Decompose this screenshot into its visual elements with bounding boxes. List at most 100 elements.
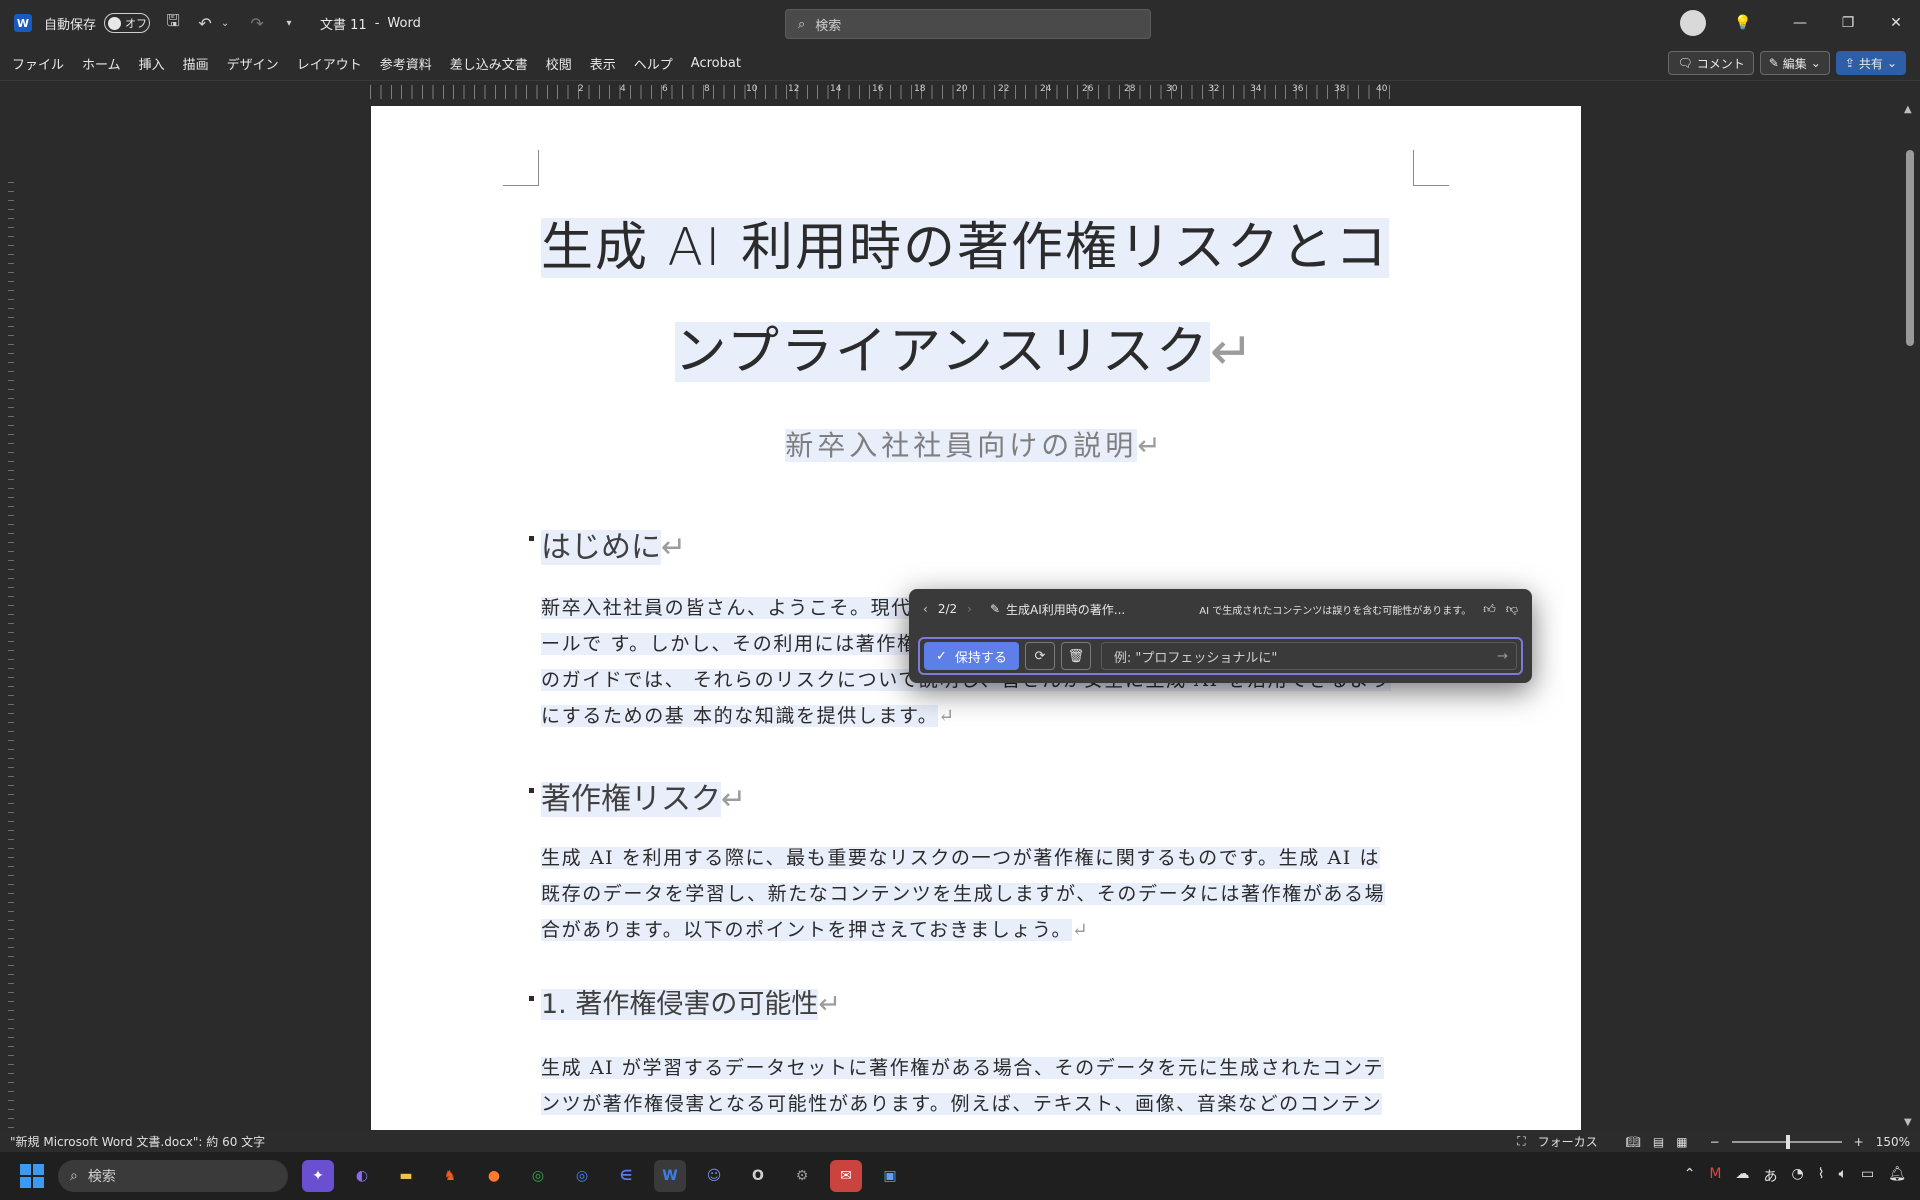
zoom-slider[interactable] [1731, 1134, 1842, 1149]
firefox-icon[interactable]: ● [478, 1160, 510, 1192]
scrollbar-thumb[interactable] [1906, 150, 1914, 346]
copilot-app-icon[interactable]: ✦ [302, 1160, 334, 1192]
redo-icon[interactable]: ↷ [248, 14, 266, 33]
word-taskbar-icon[interactable]: W [654, 1160, 686, 1192]
account-avatar[interactable] [1680, 10, 1706, 36]
ime-indicator[interactable]: あ [1764, 1166, 1778, 1186]
heading-infringement[interactable]: 1. 著作権侵害の可能性↵ [529, 982, 841, 1021]
discard-button[interactable]: 🗑 [1060, 642, 1091, 670]
prompt-input[interactable]: 例: "プロフェッショナルに" → [1100, 642, 1517, 670]
tab-view[interactable]: 表示 [581, 54, 625, 73]
ruler-number: 20 [956, 84, 968, 94]
document-subtitle[interactable]: 新卒入社社員向けの説明↵ [371, 424, 1579, 464]
close-button[interactable]: ✕ [1872, 15, 1920, 31]
chrome-icon[interactable]: ◎ [522, 1160, 554, 1192]
pencil-icon: ✎ [989, 602, 1000, 616]
heading-copyright-risk[interactable]: 著作権リスク↵ [529, 774, 746, 818]
zoom-in-icon[interactable]: + [1854, 1135, 1864, 1149]
editor-app-icon[interactable]: ∈ [610, 1160, 642, 1192]
chrome-profile-icon[interactable]: ◎ [566, 1160, 598, 1192]
zoom-out-icon[interactable]: − [1710, 1135, 1720, 1149]
vertical-ruler[interactable] [0, 102, 22, 1132]
horizontal-ruler[interactable]: 2 4 6 8 10 12 14 16 18 20 22 24 26 28 30 32 34 36 38 40 [0, 80, 1920, 102]
paragraph-copyright[interactable]: 生成 AI を利用する際に、最も重要なリスクの一つが著作権に関するものです。生成… [541, 840, 1391, 948]
tab-home[interactable]: ホーム [73, 54, 130, 73]
opera-icon[interactable]: O [742, 1160, 774, 1192]
tab-references[interactable]: 参考資料 [371, 54, 441, 73]
settings-gear-icon[interactable]: ⚙ [786, 1160, 818, 1192]
print-layout-icon[interactable]: ▤ [1653, 1135, 1664, 1149]
search-input[interactable]: ⌕ 検索 [785, 9, 1151, 39]
paragraph-infringement[interactable]: 生成 AI が学習するデータセットに著作権がある場合、そのデータを元に生成された… [541, 1050, 1391, 1122]
tab-help[interactable]: ヘルプ [625, 54, 682, 73]
tray-overflow-icon[interactable]: ⌃ [1684, 1166, 1696, 1186]
edit-mode-button[interactable]: ✎ 編集 ⌄ [1759, 51, 1830, 75]
remote-desktop-icon[interactable]: ▣ [874, 1160, 906, 1192]
search-icon: ⌕ [70, 1168, 78, 1184]
tab-insert[interactable]: 挿入 [130, 54, 174, 73]
scroll-up-icon[interactable]: ▲ [1904, 104, 1912, 115]
regenerate-button[interactable]: ⟳ [1024, 642, 1055, 670]
scroll-down-icon[interactable]: ▼ [1904, 1117, 1912, 1128]
customize-qat-icon[interactable]: ▾ [280, 18, 298, 29]
zoom-level[interactable]: 150% [1876, 1135, 1910, 1149]
minimize-button[interactable]: — [1776, 15, 1824, 31]
ruler-number: 38 [1334, 84, 1346, 94]
tab-layout[interactable]: レイアウト [288, 54, 371, 73]
windows-start-icon[interactable] [20, 1164, 44, 1188]
undo-icon[interactable]: ↶ [196, 14, 214, 33]
document-title[interactable]: 生成 AI 利用時の著作権リスクとコ ンプライアンスリスク↵ [541, 196, 1389, 404]
speaker-icon[interactable]: 🔈︎ [1839, 1166, 1847, 1186]
ruler-number: 18 [914, 84, 926, 94]
copilot-rewrite-popup: ‹ 2/2 › ✎ 生成AI利用時の著作... AI で生成されたコンテンツは誤… [909, 589, 1532, 683]
send-arrow-icon[interactable]: → [1497, 649, 1508, 664]
lightbulb-icon[interactable]: 💡 [1728, 15, 1758, 31]
tab-design[interactable]: デザイン [218, 54, 288, 73]
onedrive-icon[interactable]: ☁ [1736, 1166, 1750, 1186]
focus-icon[interactable]: ⛶ [1517, 1134, 1525, 1149]
vertical-ruler-ticks [8, 182, 14, 1132]
brave-browser-icon[interactable]: ♞ [434, 1160, 466, 1192]
discord-icon[interactable]: ☺ [698, 1160, 730, 1192]
draft-counter: 2/2 [937, 602, 958, 616]
thumbs-up-icon[interactable]: 👍︎ [1483, 602, 1496, 617]
save-icon[interactable]: 🖫 [164, 10, 182, 37]
zoom-slider-knob[interactable] [1785, 1134, 1790, 1149]
mcafee-icon[interactable]: M [1709, 1166, 1721, 1186]
tab-acrobat[interactable]: Acrobat [682, 56, 750, 71]
share-icon: ⇪ [1844, 56, 1855, 70]
undo-dropdown-icon[interactable]: ⌄ [216, 18, 234, 29]
autosave-toggle[interactable]: オフ [104, 13, 151, 33]
read-mode-icon[interactable]: 📖︎ [1626, 1135, 1641, 1149]
sync-icon[interactable]: ◔ [1792, 1166, 1804, 1186]
wifi-icon[interactable]: ⌇ [1818, 1166, 1825, 1186]
tab-draw[interactable]: 描画 [174, 54, 218, 73]
share-button[interactable]: ⇪ 共有 ⌄ [1835, 51, 1906, 75]
keep-button[interactable]: ✓ 保持する [924, 642, 1019, 670]
heading-bullet [529, 788, 534, 793]
restore-button[interactable]: ❐ [1824, 15, 1872, 31]
mail-app-icon[interactable]: ✉ [830, 1160, 862, 1192]
vertical-scrollbar[interactable]: ▲ ▼ [1900, 102, 1920, 1130]
battery-icon[interactable]: ▭ [1861, 1166, 1874, 1186]
web-layout-icon[interactable]: ▦ [1676, 1135, 1687, 1149]
document-stats[interactable]: "新規 Microsoft Word 文書.docx": 約 60 文字 [10, 1133, 265, 1150]
copilot-actions: ✓ 保持する ⟳ 🗑 例: "プロフェッショナルに" → [918, 637, 1523, 675]
chat-app-icon[interactable]: ◐ [346, 1160, 378, 1192]
tab-review[interactable]: 校閲 [537, 54, 581, 73]
notification-bell-icon[interactable]: 🔔︎ [1888, 1166, 1906, 1186]
taskbar-search[interactable]: ⌕ 検索 [58, 1160, 288, 1192]
previous-draft-icon[interactable]: ‹ [923, 602, 928, 616]
comment-button[interactable]: 🗨 コメント [1668, 51, 1754, 75]
ruler-number: 32 [1208, 84, 1220, 94]
focus-mode-label[interactable]: フォーカス [1538, 1133, 1598, 1150]
chevron-down-icon: ⌄ [1886, 56, 1897, 70]
search-icon: ⌕ [798, 16, 806, 32]
file-explorer-icon[interactable]: ▬ [390, 1160, 422, 1192]
thumbs-down-icon[interactable]: 👎︎ [1506, 602, 1518, 617]
next-draft-icon[interactable]: › [967, 602, 972, 616]
comment-label: コメント [1696, 56, 1745, 71]
heading-introduction[interactable]: はじめに↵ [529, 522, 686, 566]
tab-mailings[interactable]: 差し込み文書 [441, 54, 537, 73]
tab-file[interactable]: ファイル [0, 54, 73, 73]
